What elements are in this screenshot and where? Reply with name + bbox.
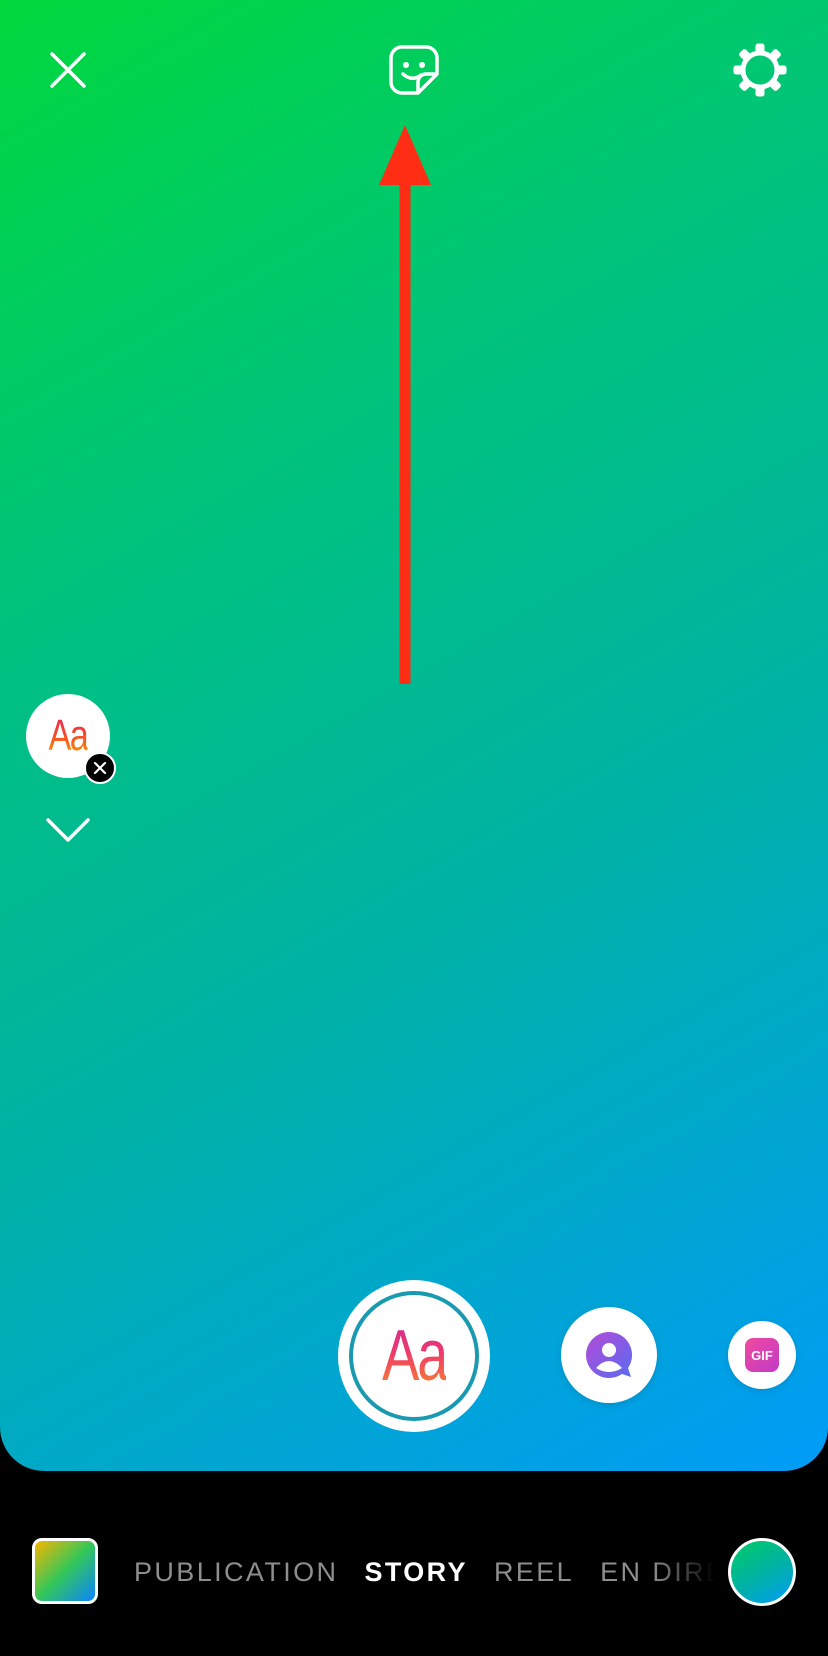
gear-icon bbox=[733, 43, 787, 97]
create-mode-capture-button[interactable]: Aa bbox=[338, 1280, 490, 1432]
mention-mode-button[interactable] bbox=[561, 1307, 657, 1403]
create-mode-label: Aa bbox=[381, 1316, 448, 1396]
close-button[interactable] bbox=[40, 42, 96, 98]
gif-label: GIF bbox=[745, 1338, 779, 1372]
tab-reel[interactable]: REEL bbox=[494, 1557, 574, 1588]
close-icon bbox=[93, 761, 107, 775]
gallery-button[interactable] bbox=[32, 1538, 98, 1604]
settings-button[interactable] bbox=[730, 40, 790, 100]
tab-story[interactable]: STORY bbox=[364, 1557, 468, 1588]
tabs-fade bbox=[652, 1540, 736, 1604]
annotation-arrow bbox=[379, 125, 431, 684]
sticker-icon bbox=[389, 45, 439, 95]
tab-publication[interactable]: PUBLICATION bbox=[134, 1557, 338, 1588]
background-color-button[interactable] bbox=[728, 1538, 796, 1606]
chevron-down-icon bbox=[46, 818, 90, 842]
mode-tabs: PUBLICATION STORY REEL EN DIRECT bbox=[134, 1551, 724, 1593]
mention-icon bbox=[586, 1332, 633, 1378]
text-style-label: Aa bbox=[48, 711, 89, 760]
story-canvas[interactable]: Aa Aa GIF bbox=[0, 0, 828, 1471]
sticker-button[interactable] bbox=[384, 40, 444, 100]
gif-mode-button[interactable]: GIF bbox=[728, 1321, 796, 1389]
remove-text-style-button[interactable] bbox=[84, 752, 116, 784]
collapse-tools-button[interactable] bbox=[44, 810, 92, 850]
capture-inner-ring: Aa bbox=[349, 1291, 479, 1421]
close-icon bbox=[50, 52, 86, 88]
